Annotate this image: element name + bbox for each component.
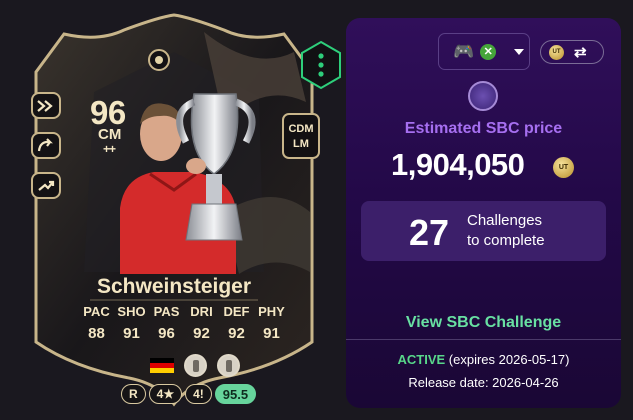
currency-toggle[interactable]: UT ⇄ (540, 40, 604, 64)
release-date: Release date: 2026-04-26 (408, 375, 559, 390)
challenges-count: 27 (409, 212, 450, 253)
stat-label: PAS (153, 304, 180, 319)
kebab-icon (318, 53, 324, 77)
player-name: Schweinsteiger (96, 275, 252, 298)
club-icon (217, 354, 240, 377)
curved-arrow-icon (37, 137, 53, 151)
price-coin-icon: UT (553, 157, 574, 178)
stat-pac: PAC 88 (82, 304, 111, 342)
stat-pas: PAS 96 (152, 304, 181, 342)
sbc-logo-icon (468, 81, 498, 111)
stat-value: 91 (263, 325, 280, 342)
card-score-pill: 95.5 (214, 384, 257, 404)
playstyle-icon-1[interactable] (31, 92, 61, 119)
challenges-text-line-2: to complete (467, 232, 545, 249)
xbox-icon: ✕ (480, 43, 497, 60)
swap-icon: ⇄ (574, 44, 587, 61)
stat-label: SHO (117, 304, 146, 319)
status-line: ACTIVE (expires 2026-05-17) (346, 352, 621, 367)
double-arrow-icon (37, 99, 53, 112)
status-badge: ACTIVE (397, 352, 446, 367)
weak-foot-pill: 4! (185, 384, 212, 404)
expires-text: (expires 2026-05-17) (448, 352, 570, 367)
sbc-panel: 🎮 ✕ UT ⇄ Estimated SBC price 1,904,050 U… (346, 18, 621, 408)
stat-label: DEF (223, 304, 250, 319)
alt-position-1: CDM (288, 122, 314, 135)
stat-label: PHY (258, 304, 285, 319)
stat-value: 92 (193, 325, 210, 342)
playstation-icon: 🎮 (453, 41, 475, 61)
preferred-foot-pill: R (121, 384, 146, 404)
pass-arrow-icon (38, 180, 55, 191)
card-position: CM (98, 126, 122, 143)
stat-value: 96 (158, 325, 175, 342)
chevron-down-icon (514, 48, 525, 55)
playstyle-icon-2[interactable] (31, 132, 61, 159)
coin-icon: UT (549, 44, 564, 60)
playstyle-icon-3[interactable] (31, 172, 61, 199)
player-card[interactable]: 96 CM ++ CDM LM Schweinsteiger PAC 88 SHO… (24, 12, 341, 412)
germany-flag-icon (150, 358, 174, 373)
alt-positions-box: CDM LM (282, 113, 320, 159)
card-frame (34, 13, 314, 407)
challenges-text-line-1: Challenges (467, 212, 543, 229)
challenges-box: 27 Challenges to complete (361, 201, 606, 261)
position-plus: ++ (103, 142, 116, 156)
stat-dri: DRI 92 (187, 304, 216, 342)
platform-dropdown[interactable]: 🎮 ✕ (438, 33, 530, 70)
stat-value: 91 (123, 325, 140, 342)
card-attributes-row: R 4★ 4! 95.5 (121, 384, 257, 404)
view-sbc-challenge-link[interactable]: View SBC Challenge (346, 314, 621, 332)
estimated-price-label: Estimated SBC price (404, 120, 563, 137)
divider (346, 339, 621, 340)
league-icon (184, 354, 207, 377)
stat-sho: SHO 91 (117, 304, 146, 342)
skill-moves-pill: 4★ (148, 384, 183, 404)
card-badges (150, 354, 240, 377)
sbc-price: 1,904,050 (391, 147, 525, 182)
stat-value: 88 (88, 325, 105, 342)
stat-value: 92 (228, 325, 245, 342)
stat-label: DRI (190, 304, 213, 319)
alt-position-2: LM (293, 137, 309, 150)
stat-def: DEF 92 (222, 304, 251, 342)
stat-phy: PHY 91 (257, 304, 286, 342)
stats-row: PAC 88 SHO 91 PAS 96 DRI 92 DEF 92 PHY 91 (82, 304, 286, 342)
card-menu-button[interactable] (296, 40, 346, 90)
challenges-text: Challenges to complete (467, 211, 545, 251)
stat-label: PAC (83, 304, 110, 319)
